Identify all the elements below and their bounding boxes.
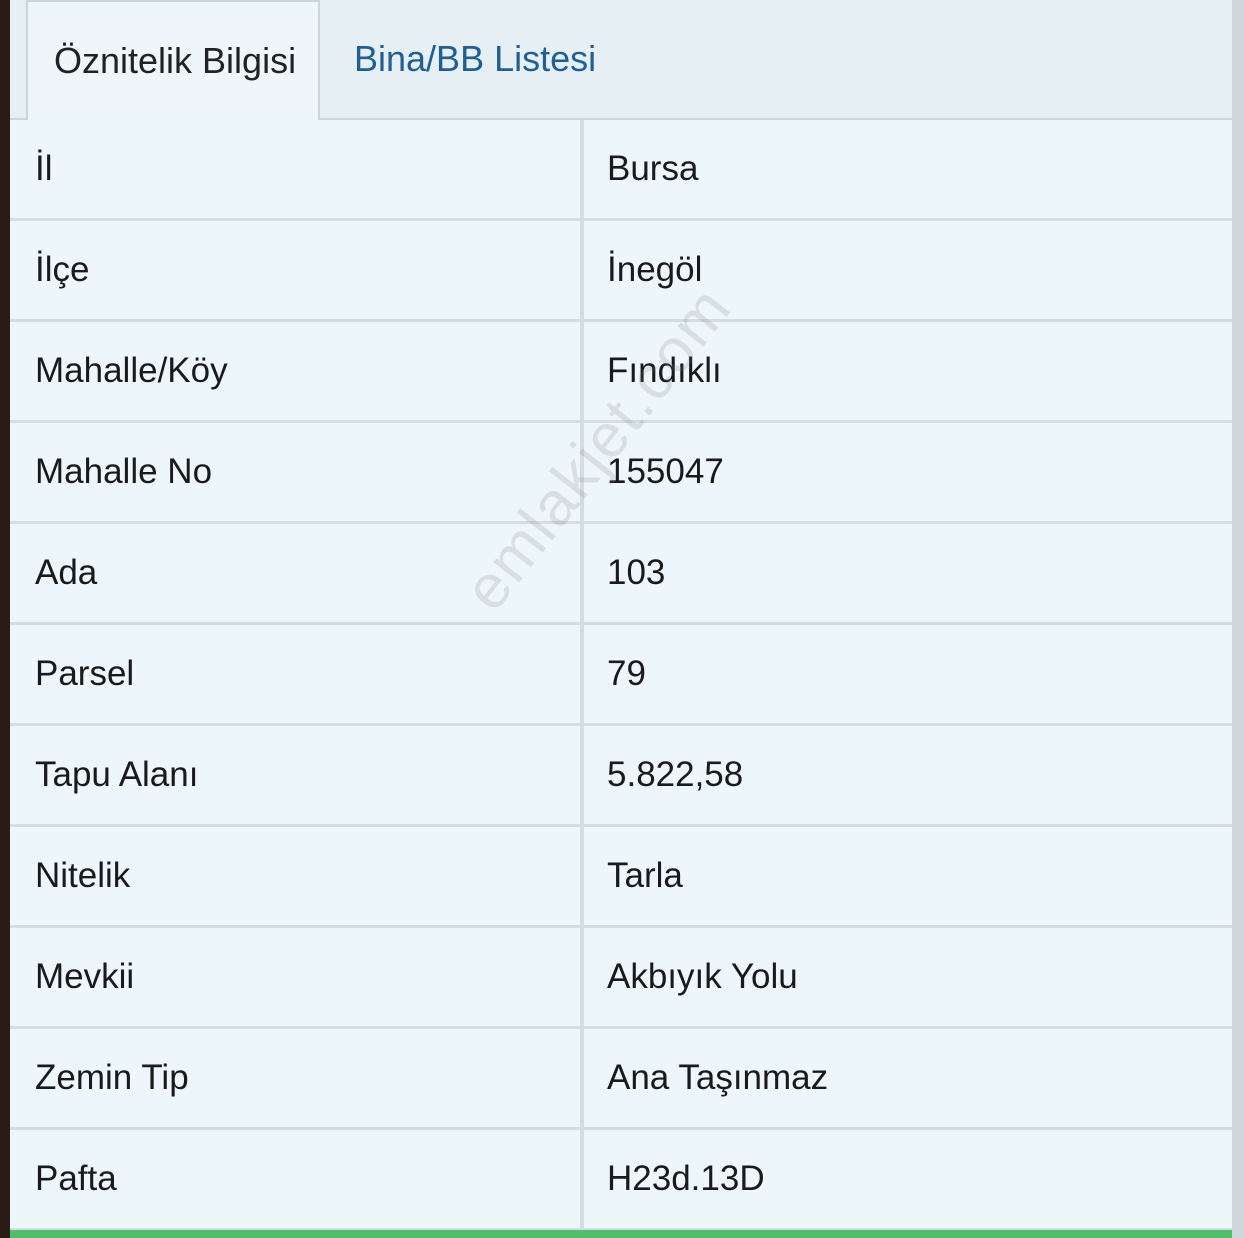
row-key-pafta: Pafta	[10, 1130, 584, 1228]
table-row: İl Bursa	[10, 120, 1232, 221]
row-value-ada: 103	[584, 524, 1232, 622]
row-key-il: İl	[10, 120, 584, 218]
attribute-table: İl Bursa İlçe İnegöl Mahalle/Köy Fındıkl…	[10, 120, 1232, 1231]
attribute-panel: Öznitelik Bilgisi Bina/BB Listesi İl Bur…	[10, 0, 1232, 1238]
row-key-tapu-alani: Tapu Alanı	[10, 726, 584, 824]
table-row: Mevkii Akbıyık Yolu	[10, 928, 1232, 1029]
table-row: Tapu Alanı 5.822,58	[10, 726, 1232, 827]
row-value-tapu-alani: 5.822,58	[584, 726, 1232, 824]
table-row: Mahalle No 155047	[10, 423, 1232, 524]
row-key-ilce: İlçe	[10, 221, 584, 319]
table-row: Pafta H23d.13D	[10, 1130, 1232, 1231]
tab-bina-bb-listesi[interactable]: Bina/BB Listesi	[354, 0, 596, 118]
row-value-zemin-tip: Ana Taşınmaz	[584, 1029, 1232, 1127]
bottom-accent-bar	[10, 1230, 1232, 1238]
row-key-mahalle-no: Mahalle No	[10, 423, 584, 521]
row-key-mevkii: Mevkii	[10, 928, 584, 1026]
row-key-zemin-tip: Zemin Tip	[10, 1029, 584, 1127]
table-row: İlçe İnegöl	[10, 221, 1232, 322]
row-value-pafta: H23d.13D	[584, 1130, 1232, 1228]
tab-bar: Öznitelik Bilgisi Bina/BB Listesi	[10, 0, 1232, 120]
table-row: Ada 103	[10, 524, 1232, 625]
row-key-nitelik: Nitelik	[10, 827, 584, 925]
row-key-parsel: Parsel	[10, 625, 584, 723]
table-row: Nitelik Tarla	[10, 827, 1232, 928]
row-value-mahalle-no: 155047	[584, 423, 1232, 521]
table-row: Zemin Tip Ana Taşınmaz	[10, 1029, 1232, 1130]
row-key-mahalle-koy: Mahalle/Köy	[10, 322, 584, 420]
table-row: Mahalle/Köy Fındıklı	[10, 322, 1232, 423]
scrollbar-track[interactable]	[1232, 0, 1244, 1238]
row-value-nitelik: Tarla	[584, 827, 1232, 925]
row-value-ilce: İnegöl	[584, 221, 1232, 319]
table-row: Parsel 79	[10, 625, 1232, 726]
row-value-il: Bursa	[584, 120, 1232, 218]
row-key-ada: Ada	[10, 524, 584, 622]
row-value-mahalle-koy: Fındıklı	[584, 322, 1232, 420]
row-value-parsel: 79	[584, 625, 1232, 723]
tab-oznitelik-bilgisi[interactable]: Öznitelik Bilgisi	[26, 0, 320, 120]
row-value-mevkii: Akbıyık Yolu	[584, 928, 1232, 1026]
